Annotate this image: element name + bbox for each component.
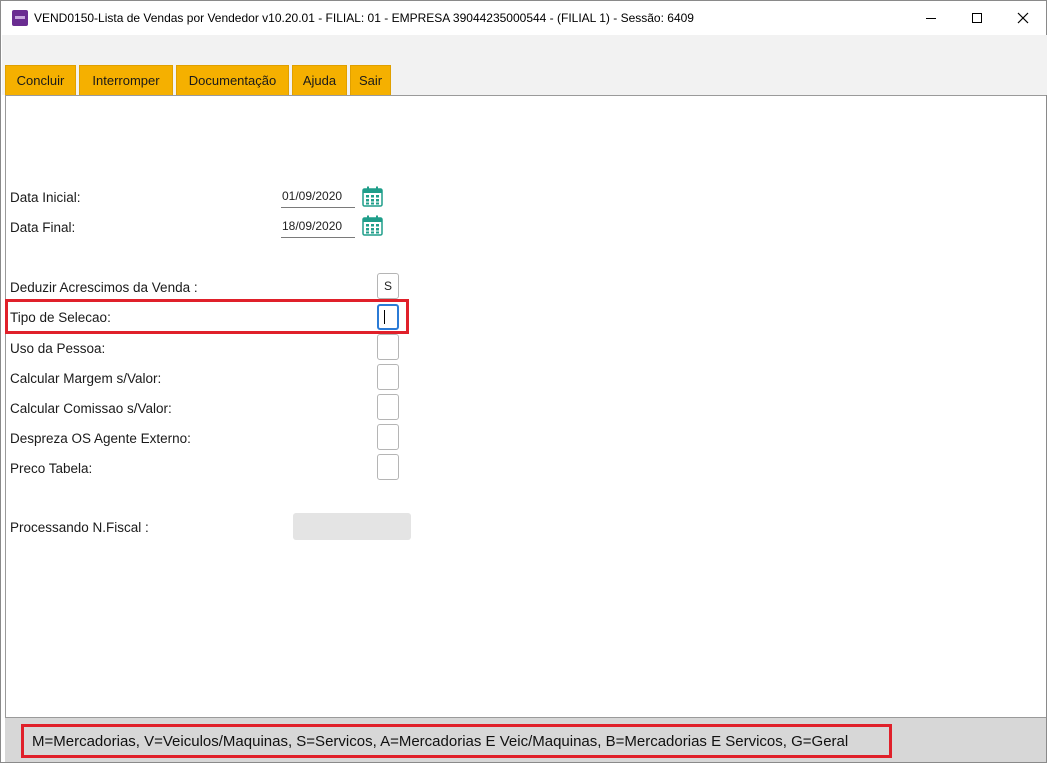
app-icon [12, 10, 28, 26]
deduzir-label: Deduzir Acrescimos da Venda : [10, 280, 198, 295]
sair-button[interactable]: Sair [350, 65, 391, 95]
close-button[interactable] [1000, 1, 1046, 35]
status-hint-text: M=Mercadorias, V=Veiculos/Maquinas, S=Se… [32, 733, 849, 750]
status-hint-box: M=Mercadorias, V=Veiculos/Maquinas, S=Se… [21, 724, 892, 758]
close-icon [1017, 12, 1029, 24]
deduzir-field[interactable]: S [377, 273, 399, 299]
data-inicial-label: Data Inicial: [10, 190, 81, 205]
minimize-icon [926, 17, 936, 19]
window-title: VEND0150-Lista de Vendas por Vendedor v1… [34, 11, 694, 25]
uso-pessoa-field[interactable] [377, 334, 399, 360]
preco-tabela-field[interactable] [377, 454, 399, 480]
interromper-button[interactable]: Interromper [79, 65, 173, 95]
data-final-field[interactable]: 18/09/2020 [281, 216, 355, 238]
processando-label: Processando N.Fiscal : [10, 520, 149, 535]
preco-tabela-label: Preco Tabela: [10, 461, 93, 476]
calendar-icon[interactable] [362, 215, 383, 236]
tipo-selecao-field[interactable] [377, 304, 399, 330]
toolbar: Concluir Interromper Documentação Ajuda … [2, 35, 1047, 95]
processando-progress [293, 513, 411, 540]
maximize-icon [972, 13, 982, 23]
data-final-label: Data Final: [10, 220, 76, 235]
calc-comissao-label: Calcular Comissao s/Valor: [10, 401, 172, 416]
calendar-icon[interactable] [362, 186, 383, 207]
documentacao-button[interactable]: Documentação [176, 65, 289, 95]
calc-margem-label: Calcular Margem s/Valor: [10, 371, 162, 386]
status-bar: M=Mercadorias, V=Veiculos/Maquinas, S=Se… [5, 717, 1046, 762]
calc-comissao-field[interactable] [377, 394, 399, 420]
data-inicial-field[interactable]: 01/09/2020 [281, 186, 355, 208]
minimize-button[interactable] [908, 1, 954, 35]
despreza-os-field[interactable] [377, 424, 399, 450]
calc-margem-field[interactable] [377, 364, 399, 390]
app-window: VEND0150-Lista de Vendas por Vendedor v1… [0, 0, 1047, 763]
text-caret [384, 310, 385, 324]
maximize-button[interactable] [954, 1, 1000, 35]
despreza-os-label: Despreza OS Agente Externo: [10, 431, 191, 446]
tipo-selecao-label: Tipo de Selecao: [10, 310, 111, 325]
uso-pessoa-label: Uso da Pessoa: [10, 341, 106, 356]
concluir-button[interactable]: Concluir [5, 65, 76, 95]
ajuda-button[interactable]: Ajuda [292, 65, 347, 95]
title-bar: VEND0150-Lista de Vendas por Vendedor v1… [1, 1, 1046, 35]
